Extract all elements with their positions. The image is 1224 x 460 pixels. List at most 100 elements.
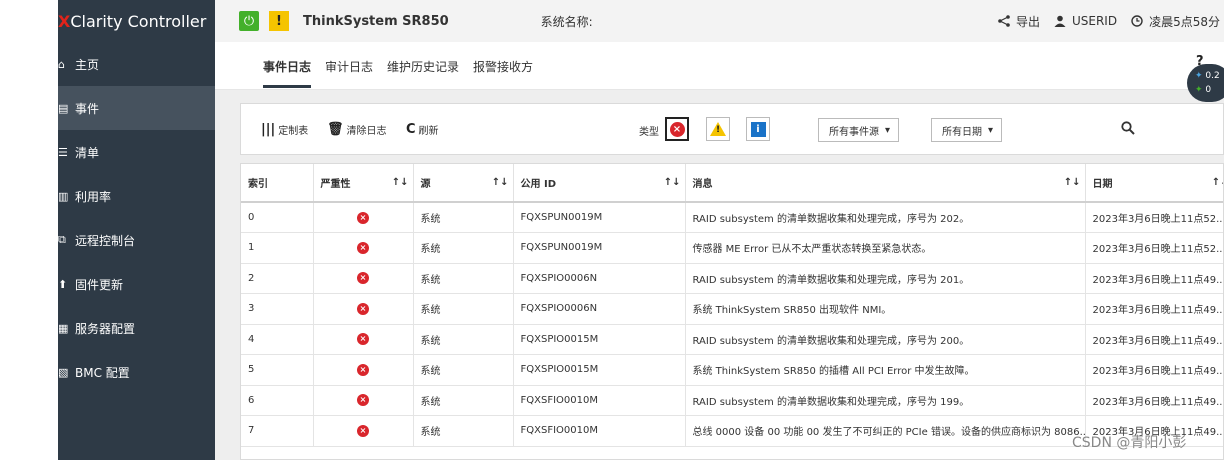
error-icon: ×	[357, 211, 369, 224]
power-status-icon[interactable]: ⏻	[239, 11, 259, 31]
sort-icon[interactable]: ↑↓	[1212, 177, 1223, 188]
cell-message: RAID subsystem 的清单数据收集和处理完成，序号为 201。	[685, 263, 1086, 294]
cell-severity: ×	[313, 385, 414, 416]
cell-message: 总线 0000 设备 00 功能 00 发生了不可纠正的 PCIe 错误。设备的…	[685, 415, 1086, 447]
events-icon: ▤	[58, 101, 69, 115]
cell-severity: ×	[313, 232, 414, 264]
sort-icon[interactable]: ↑↓	[664, 177, 681, 188]
table-row[interactable]: 3 × 系统 FQXSPIO0006N 系统 ThinkSystem SR850 出现软…	[241, 293, 1223, 325]
cell-date: 2023年3月6日晚上11点49...	[1085, 263, 1223, 294]
cell-severity: ×	[313, 354, 414, 386]
tab-event-log[interactable]: 事件日志	[263, 54, 312, 88]
column-header-index[interactable]: 索引	[241, 164, 314, 203]
cell-severity: ×	[313, 324, 414, 355]
sort-icon[interactable]: ↑↓	[1064, 177, 1081, 188]
date-dropdown[interactable]: 所有日期 ▾	[931, 118, 1003, 142]
cell-common-id: FQXSPIO0006N	[513, 293, 686, 325]
share-icon	[998, 15, 1010, 27]
table-row[interactable]: 1 × 系统 FQXSPUN0019M 传感器 ME Error 已从不太严重状态转换至…	[241, 232, 1223, 264]
column-header-message[interactable]: 消息 ↑↓	[685, 164, 1086, 203]
warning-icon: !	[710, 122, 726, 136]
column-label: 日期	[1092, 179, 1113, 190]
export-button[interactable]: 导出	[998, 13, 1040, 30]
event-source-dropdown[interactable]: 所有事件源 ▾	[818, 118, 900, 142]
clock: 凌晨5点58分	[1131, 13, 1220, 30]
cell-date: 2023年3月6日晚上11点49...	[1085, 385, 1223, 416]
cell-source: 系统	[413, 354, 514, 386]
type-filter-label: 类型	[639, 127, 659, 138]
cell-source: 系统	[413, 415, 514, 447]
error-icon: ×	[357, 272, 369, 285]
table-row[interactable]: 4 × 系统 FQXSPIO0015M RAID subsystem 的清单数据收集和处…	[241, 324, 1223, 355]
brand-name: Clarity Controller	[70, 11, 207, 31]
column-label: 公用 ID	[520, 179, 557, 190]
sidebar-item-home[interactable]: ⌂ 主页	[58, 42, 215, 86]
sidebar-item-remote-console[interactable]: ⧉ 远程控制台	[58, 218, 215, 262]
sort-icon[interactable]: ↑↓	[392, 177, 409, 188]
clear-log-button[interactable]: 🗑 清除日志	[327, 122, 387, 137]
column-label: 索引	[248, 179, 268, 190]
cell-index: 6	[241, 385, 314, 416]
external-link-icon: ⧉	[58, 233, 66, 246]
filter-warning-toggle[interactable]: !	[706, 117, 730, 141]
column-header-common-id[interactable]: 公用 ID ↑↓	[513, 164, 686, 203]
cell-common-id: FQXSFIO0010M	[513, 385, 686, 416]
trash-icon: 🗑	[327, 122, 344, 137]
table-row[interactable]: 6 × 系统 FQXSFIO0010M RAID subsystem 的清单数据收集和处…	[241, 385, 1223, 416]
cell-index: 5	[241, 354, 314, 386]
sidebar-item-label: 服务器配置	[75, 321, 136, 336]
upload-icon: ⬆	[58, 277, 68, 291]
cell-severity: ×	[313, 202, 414, 233]
status-summary-widget[interactable]: ✦ 0.2 ✦ 0	[1187, 64, 1224, 102]
date-filter-value: 所有日期	[942, 126, 982, 138]
server-model: ThinkSystem SR850	[303, 13, 449, 29]
table-row[interactable]: 0 × 系统 FQXSPUN0019M RAID subsystem 的清单数据收集和处…	[241, 202, 1223, 233]
tab-bar: 事件日志 审计日志 维护历史记录 报警接收方	[263, 54, 547, 88]
system-name-label: 系统名称:	[540, 14, 593, 29]
sidebar-item-label: 利用率	[75, 189, 112, 204]
cell-date: 2023年3月6日晚上11点49...	[1085, 354, 1223, 386]
cell-severity: ×	[313, 263, 414, 294]
customize-table-button[interactable]: ||| 定制表	[261, 122, 308, 137]
list-icon: ☰	[58, 145, 68, 159]
filter-error-toggle[interactable]: ×	[665, 117, 689, 141]
tab-maintenance-history[interactable]: 维护历史记录	[387, 54, 459, 88]
sidebar-item-label: BMC 配置	[75, 365, 130, 380]
cell-message: 系统 ThinkSystem SR850 出现软件 NMI。	[685, 293, 1086, 325]
cell-index: 2	[241, 263, 314, 294]
brand-logo[interactable]: X Clarity Controller	[58, 0, 215, 42]
sidebar-item-server-config[interactable]: ▦ 服务器配置	[58, 306, 215, 350]
bmc-icon: ▧	[58, 365, 69, 379]
cell-date: 2023年3月6日晚上11点52...	[1085, 202, 1223, 233]
sidebar-item-events[interactable]: ▤ 事件	[58, 86, 215, 130]
refresh-icon: C	[406, 122, 416, 137]
search-icon[interactable]	[1121, 121, 1135, 139]
cell-index: 4	[241, 324, 314, 355]
sidebar-item-firmware-update[interactable]: ⬆ 固件更新	[58, 262, 215, 306]
error-icon: ×	[357, 424, 369, 437]
warning-status-icon[interactable]: !	[269, 11, 289, 31]
cell-common-id: FQXSPIO0015M	[513, 354, 686, 386]
watermark: CSDN @青阳小彭	[1072, 435, 1187, 451]
filter-info-toggle[interactable]: i	[746, 117, 770, 141]
table-row[interactable]: 2 × 系统 FQXSPIO0006N RAID subsystem 的清单数据收集和处…	[241, 263, 1223, 294]
tab-alert-recipients[interactable]: 报警接收方	[473, 54, 533, 88]
sidebar-item-bmc-config[interactable]: ▧ BMC 配置	[58, 350, 215, 394]
column-header-severity[interactable]: 严重性 ↑↓	[313, 164, 414, 203]
cell-message: RAID subsystem 的清单数据收集和处理完成，序号为 202。	[685, 202, 1086, 233]
status-count-2: 0	[1205, 85, 1212, 95]
brand-x: X	[58, 11, 71, 31]
error-icon: ×	[357, 394, 369, 407]
refresh-button[interactable]: C 刷新	[406, 122, 439, 137]
sidebar-item-utilization[interactable]: ▥ 利用率	[58, 174, 215, 218]
event-toolbar: ||| 定制表 🗑 清除日志 C 刷新 类型 × ! i 所有事件源 ▾ 所有日…	[240, 103, 1224, 155]
sidebar-item-inventory[interactable]: ☰ 清单	[58, 130, 215, 174]
refresh-label: 刷新	[418, 126, 439, 137]
sidebar-item-label: 事件	[75, 101, 100, 116]
table-row[interactable]: 5 × 系统 FQXSPIO0015M 系统 ThinkSystem SR850 的插槽…	[241, 354, 1223, 386]
sort-icon[interactable]: ↑↓	[492, 177, 509, 188]
user-menu[interactable]: USERID	[1054, 14, 1117, 28]
column-header-source[interactable]: 源 ↑↓	[413, 164, 514, 203]
tab-audit-log[interactable]: 审计日志	[325, 54, 373, 88]
column-header-date[interactable]: 日期 ↑↓	[1085, 164, 1223, 203]
